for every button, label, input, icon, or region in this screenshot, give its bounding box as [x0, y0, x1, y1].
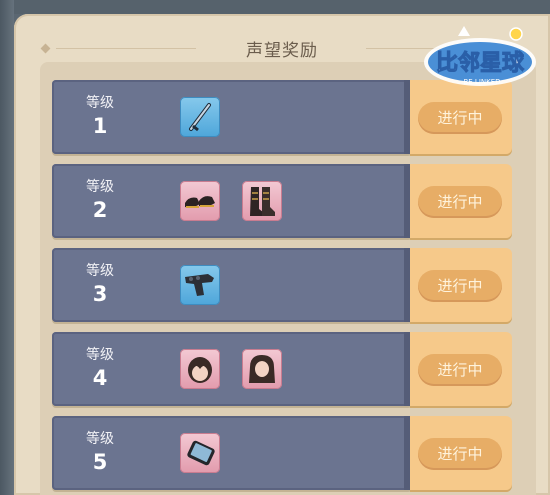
level-number: 5 [92, 450, 108, 474]
logo-subtext: BE LINKED [463, 78, 500, 86]
reward-row-level-4: 等级 4 进行中 [52, 332, 512, 406]
level-number: 1 [92, 114, 108, 138]
reward-row-level-5: 等级 5 进行中 [52, 416, 512, 490]
long-hair-item-icon[interactable] [242, 349, 282, 389]
status-in-progress-button[interactable]: 进行中 [418, 102, 502, 134]
status-in-progress-button[interactable]: 进行中 [418, 186, 502, 218]
level-number: 4 [92, 366, 108, 390]
boots-item-icon[interactable] [242, 181, 282, 221]
level-label: 等级 [86, 431, 114, 447]
phone-item-icon[interactable] [180, 433, 220, 473]
scene-background-left [0, 0, 14, 495]
status-in-progress-button[interactable]: 进行中 [418, 270, 502, 302]
level-label: 等级 [86, 179, 114, 195]
level-number: 3 [92, 282, 108, 306]
level-number: 2 [92, 198, 108, 222]
gun-item-icon[interactable] [180, 265, 220, 305]
status-in-progress-button[interactable]: 进行中 [418, 354, 502, 386]
status-in-progress-button[interactable]: 进行中 [418, 438, 502, 470]
scene-background-top [0, 0, 550, 14]
short-hair-item-icon[interactable] [180, 349, 220, 389]
game-logo: 比邻星球 BE LINKED [418, 14, 542, 94]
shoes-item-icon[interactable] [180, 181, 220, 221]
reward-row-level-2: 等级 2 进行中 [52, 164, 512, 238]
level-label: 等级 [86, 347, 114, 363]
sword-item-icon[interactable] [180, 97, 220, 137]
logo-text: 比邻星球 [436, 50, 525, 76]
reward-row-level-3: 等级 3 进行中 [52, 248, 512, 322]
level-label: 等级 [86, 263, 114, 279]
level-label: 等级 [86, 95, 114, 111]
